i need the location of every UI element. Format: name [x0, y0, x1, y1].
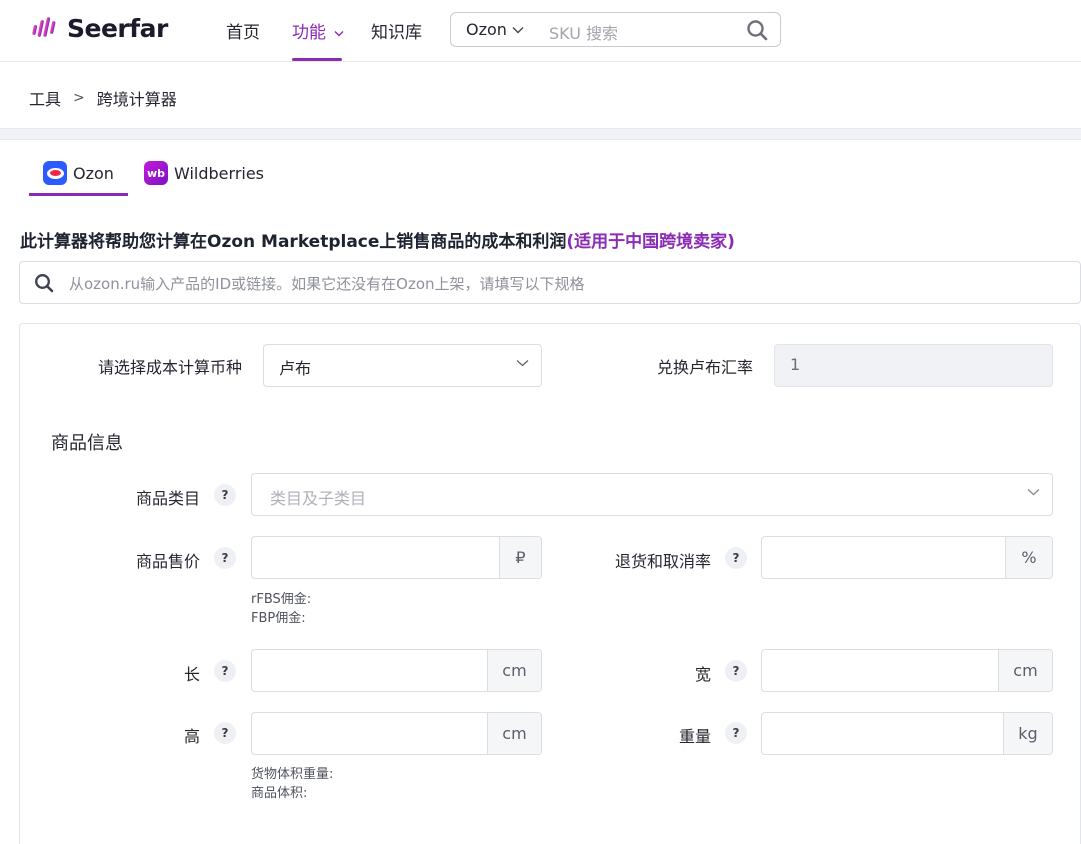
chevron-down-icon: [1027, 489, 1040, 496]
height-help-icon[interactable]: ?: [214, 722, 236, 744]
breadcrumb-separator: >: [73, 90, 85, 106]
nav-features-label: 功能: [292, 23, 326, 43]
rfbs-commission: rFBS佣金:: [251, 592, 312, 607]
category-placeholder: 类目及子类目: [270, 489, 367, 508]
currency-value: 卢布: [279, 359, 312, 378]
height-input[interactable]: cm: [251, 712, 542, 755]
top-header: Seerfar 首页 功能 知识库 Ozon SKU 搜索: [0, 0, 1081, 62]
wildberries-logo-icon: wb: [144, 161, 168, 185]
height-unit: cm: [487, 713, 541, 754]
product-search-placeholder: 从ozon.ru输入产品的ID或链接。如果它还没有在Ozon上架，请填写以下规格: [69, 275, 585, 293]
length-label: 长: [183, 665, 200, 684]
product-id-search[interactable]: 从ozon.ru输入产品的ID或链接。如果它还没有在Ozon上架，请填写以下规格: [19, 261, 1081, 304]
exchange-rate-value: 1: [790, 355, 801, 374]
search-platform-select[interactable]: Ozon: [466, 20, 524, 39]
calculator-form: 请选择成本计算币种 卢布 兑换卢布汇率 1 商品信息 商品类目 ? 类目及子类目…: [19, 323, 1081, 844]
breadcrumb-tools[interactable]: 工具: [29, 86, 61, 110]
width-help-icon[interactable]: ?: [725, 660, 747, 682]
calculator-description: 此计算器将帮助您计算在Ozon Marketplace上销售商品的成本和利润(适…: [20, 227, 735, 252]
breadcrumb-calculator: 跨境计算器: [96, 90, 177, 109]
description-accent: (适用于中国跨境卖家): [566, 232, 735, 252]
nav-features[interactable]: 功能: [292, 18, 344, 43]
exchange-rate-label: 兑换卢布汇率: [656, 358, 753, 377]
ruble-unit: ₽: [499, 537, 541, 578]
length-unit: cm: [487, 650, 541, 691]
tab-ozon[interactable]: Ozon: [43, 159, 114, 187]
search-icon[interactable]: [746, 19, 768, 41]
nav-home[interactable]: 首页: [226, 18, 260, 43]
product-info-title: 商品信息: [51, 433, 123, 454]
exchange-rate-input: 1: [774, 344, 1053, 387]
price-label: 商品售价: [135, 552, 200, 571]
nav-knowledge-base[interactable]: 知识库: [371, 18, 422, 43]
tab-wildberries[interactable]: wb Wildberries: [144, 159, 264, 187]
weight-label: 重量: [678, 727, 711, 746]
return-rate-label: 退货和取消率: [614, 552, 711, 571]
width-input[interactable]: cm: [761, 649, 1053, 692]
product-volume: 商品体积:: [251, 786, 308, 801]
section-divider: [0, 128, 1081, 140]
height-label: 高: [183, 727, 200, 746]
return-rate-input[interactable]: %: [761, 536, 1053, 579]
tab-ozon-label: Ozon: [73, 163, 114, 183]
tab-wildberries-label: Wildberries: [174, 163, 265, 183]
volume-hint: 货物体积重量: 商品体积:: [251, 765, 333, 803]
category-select[interactable]: 类目及子类目: [251, 473, 1053, 516]
category-label: 商品类目: [135, 489, 200, 508]
chevron-down-icon: [512, 26, 524, 33]
weight-help-icon[interactable]: ?: [725, 722, 747, 744]
price-help-icon[interactable]: ?: [214, 547, 236, 569]
return-rate-help-icon[interactable]: ?: [725, 547, 747, 569]
chevron-down-icon: [516, 360, 529, 367]
length-input[interactable]: cm: [251, 649, 542, 692]
price-input[interactable]: ₽: [251, 536, 542, 579]
width-label: 宽: [694, 665, 711, 684]
sku-search-box: Ozon SKU 搜索: [450, 12, 781, 47]
nav-active-underline: [292, 58, 342, 61]
search-icon: [35, 274, 54, 293]
weight-input[interactable]: kg: [761, 712, 1053, 755]
chevron-down-icon: [334, 30, 344, 36]
tab-active-underline: [29, 193, 128, 196]
currency-select[interactable]: 卢布: [263, 344, 542, 387]
currency-label: 请选择成本计算币种: [97, 358, 242, 377]
category-help-icon[interactable]: ?: [214, 484, 236, 506]
fbp-commission: FBP佣金:: [251, 611, 306, 626]
width-unit: cm: [998, 650, 1052, 691]
logo-text: Seerfar: [67, 13, 168, 43]
logo-bars-icon: [32, 17, 56, 37]
percent-unit: %: [1005, 537, 1052, 578]
description-main: 此计算器将帮助您计算在Ozon Marketplace上销售商品的成本和利润: [20, 232, 567, 252]
length-help-icon[interactable]: ?: [214, 660, 236, 682]
breadcrumb: 工具 > 跨境计算器: [29, 86, 177, 110]
seerfar-logo[interactable]: Seerfar: [30, 12, 168, 44]
ozon-logo-icon: [43, 161, 67, 185]
search-platform-label: Ozon: [466, 20, 507, 39]
volumetric-weight: 货物体积重量:: [251, 767, 334, 782]
weight-unit: kg: [1003, 713, 1052, 754]
commission-hint: rFBS佣金: FBP佣金:: [251, 590, 311, 628]
sku-search-input[interactable]: SKU 搜索: [549, 20, 618, 44]
